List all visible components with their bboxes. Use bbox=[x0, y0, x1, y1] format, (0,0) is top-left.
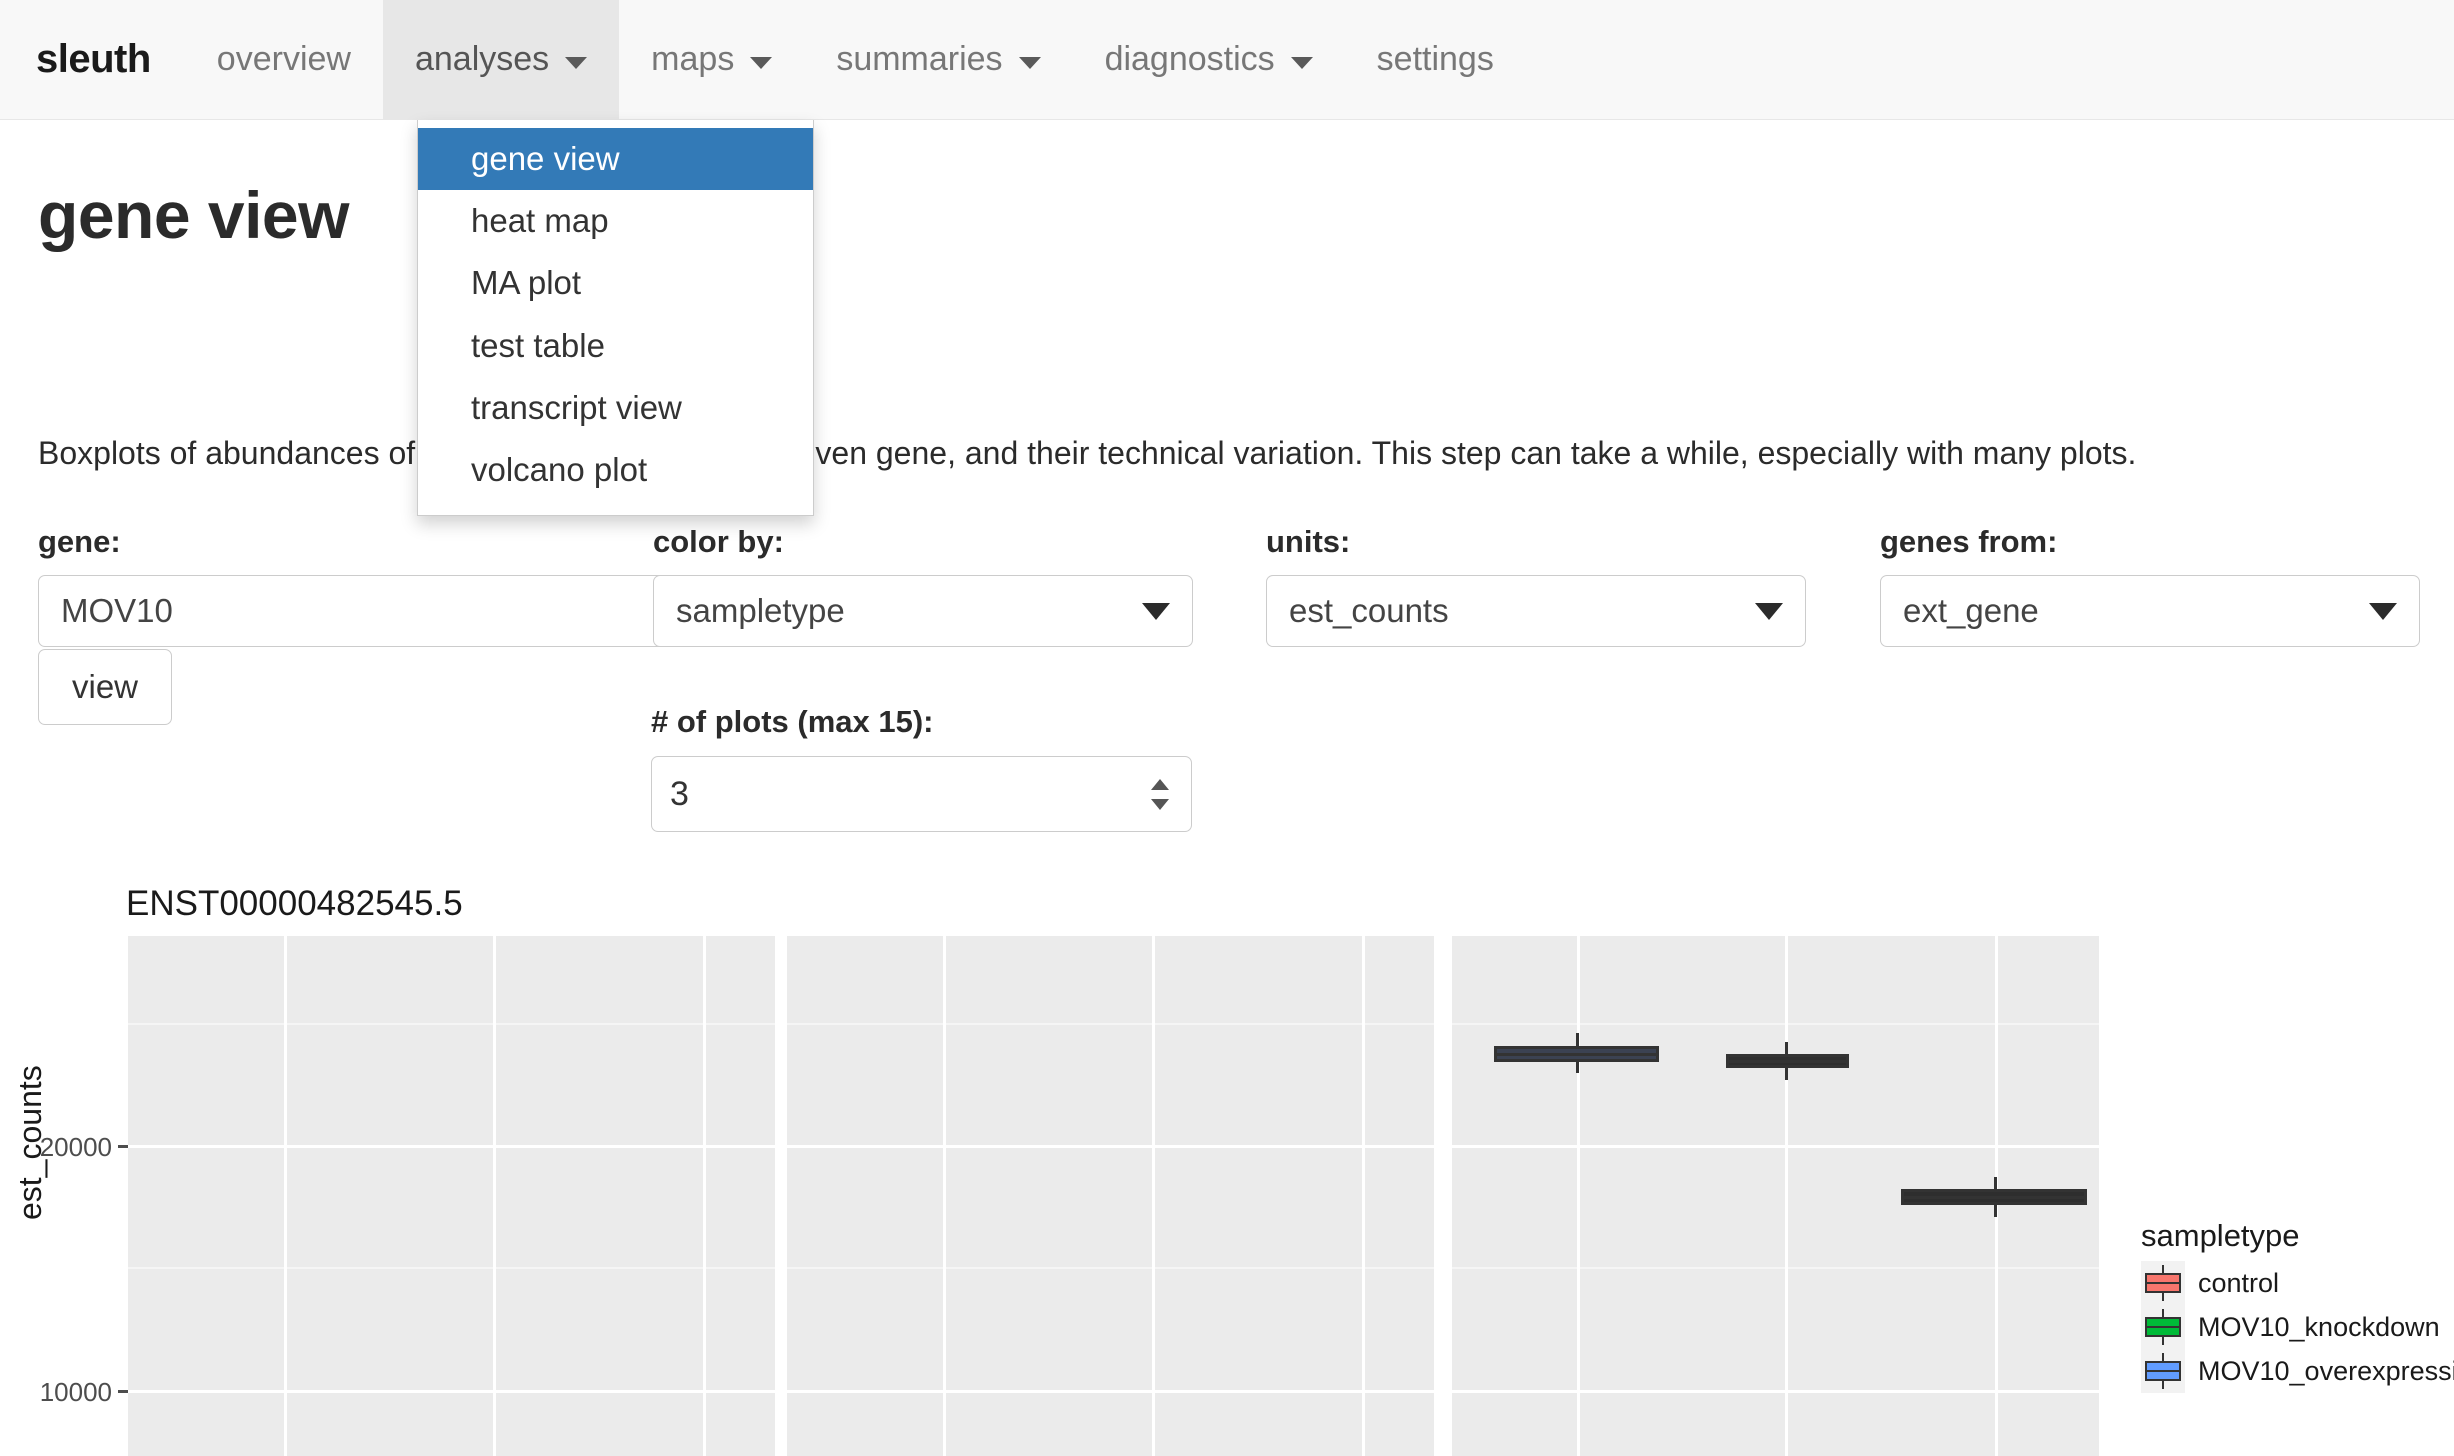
chevron-down-icon bbox=[1142, 602, 1170, 620]
dropdown-item-heat-map[interactable]: heat map bbox=[418, 190, 813, 252]
nav-item-label: summaries bbox=[836, 40, 1003, 78]
gene-view-plot: ENST00000482545.5 20000 10000 est_counts bbox=[0, 120, 2454, 1456]
num-plots-stepper[interactable]: 3 bbox=[651, 756, 1192, 832]
color-by-select[interactable]: sampletype bbox=[653, 575, 1193, 647]
chevron-down-icon bbox=[1018, 56, 1041, 69]
gene-field-label: gene: bbox=[38, 524, 121, 559]
facet-panel-1 bbox=[128, 936, 775, 1456]
gridline-major bbox=[128, 1145, 775, 1148]
gridline-major bbox=[128, 1390, 775, 1393]
genes-from-field-label: genes from: bbox=[1880, 524, 2058, 559]
units-field-label: units: bbox=[1266, 524, 1351, 559]
page-description: Boxplots of abundances of transcripts be… bbox=[38, 435, 2137, 471]
nav-item-analyses[interactable]: analyses bbox=[382, 0, 620, 119]
analyses-dropdown-menu: gene view heat map MA plot test table tr… bbox=[417, 120, 814, 517]
gridline-major bbox=[1452, 1390, 2099, 1393]
units-select-value: est_counts bbox=[1289, 592, 1449, 629]
nav-item-maps[interactable]: maps bbox=[619, 0, 804, 119]
chevron-down-icon bbox=[565, 56, 588, 69]
y-axis-title: est_counts bbox=[12, 1065, 48, 1220]
legend-entry-label: MOV10_overexpression bbox=[2198, 1355, 2454, 1386]
gridline-major bbox=[1452, 1145, 2099, 1148]
gridline-minor bbox=[1452, 1267, 2099, 1269]
nav-item-diagnostics[interactable]: diagnostics bbox=[1073, 0, 1345, 119]
gridline-major bbox=[703, 936, 706, 1456]
chevron-down-icon bbox=[1290, 56, 1313, 69]
page-title: gene view bbox=[38, 178, 349, 252]
gridline-major bbox=[1577, 936, 1580, 1456]
genes-from-select-value: ext_gene bbox=[1903, 592, 2039, 629]
legend-entry-knockdown: MOV10_knockdown bbox=[2141, 1305, 2454, 1349]
stepper-arrows-icon[interactable] bbox=[1151, 778, 1173, 810]
nav-item-label: overview bbox=[216, 40, 351, 78]
gridline-major bbox=[787, 1390, 1434, 1393]
gridline-major bbox=[1152, 936, 1155, 1456]
color-by-select-value: sampletype bbox=[676, 592, 845, 629]
gridline-major bbox=[943, 936, 946, 1456]
legend-key-icon bbox=[2141, 1261, 2185, 1305]
gridline-major bbox=[787, 1145, 1434, 1148]
legend-key-icon bbox=[2141, 1305, 2185, 1349]
nav-item-label: settings bbox=[1376, 40, 1494, 78]
legend-entry-label: control bbox=[2198, 1267, 2280, 1298]
units-select[interactable]: est_counts bbox=[1266, 575, 1806, 647]
nav-item-settings[interactable]: settings bbox=[1345, 0, 1526, 119]
box-median bbox=[1726, 1060, 1849, 1063]
legend-title: sampletype bbox=[2141, 1218, 2300, 1253]
nav-item-label: maps bbox=[651, 40, 735, 78]
nav-item-overview[interactable]: overview bbox=[185, 0, 383, 119]
gridline-major bbox=[493, 936, 496, 1456]
num-plots-value: 3 bbox=[670, 774, 689, 813]
box-median bbox=[1494, 1053, 1659, 1056]
gridline-minor bbox=[787, 1023, 1434, 1025]
brand-logo[interactable]: sleuth bbox=[0, 0, 185, 119]
num-plots-label: # of plots (max 15): bbox=[651, 704, 934, 739]
legend-key-icon bbox=[2141, 1349, 2185, 1393]
gridline-minor bbox=[1452, 1023, 2099, 1025]
gene-input[interactable]: MOV10 bbox=[38, 575, 760, 647]
facet-panel-3 bbox=[1452, 936, 2099, 1456]
gridline-major bbox=[284, 936, 287, 1456]
chevron-down-icon bbox=[750, 56, 773, 69]
gridline-major bbox=[1362, 936, 1365, 1456]
chevron-down-icon bbox=[2369, 602, 2397, 620]
nav-item-summaries[interactable]: summaries bbox=[804, 0, 1072, 119]
dropdown-item-transcript-view[interactable]: transcript view bbox=[418, 377, 813, 439]
legend-entry-label: MOV10_knockdown bbox=[2198, 1311, 2440, 1342]
gene-input-value: MOV10 bbox=[61, 592, 173, 629]
nav-item-label: analyses bbox=[414, 40, 550, 78]
view-button[interactable]: view bbox=[38, 649, 172, 725]
nav-item-label: diagnostics bbox=[1104, 40, 1275, 78]
chevron-down-icon bbox=[1755, 602, 1783, 620]
dropdown-item-test-table[interactable]: test table bbox=[418, 315, 813, 377]
gridline-minor bbox=[787, 1267, 1434, 1269]
color-by-field-label: color by: bbox=[653, 524, 784, 559]
top-navbar: sleuth overview analyses maps summaries … bbox=[0, 0, 2454, 120]
facet-panel-2 bbox=[787, 936, 1434, 1456]
gridline-minor bbox=[128, 1023, 775, 1025]
gridline-major bbox=[1785, 936, 1788, 1456]
gridline-minor bbox=[128, 1267, 775, 1269]
box-median bbox=[1901, 1196, 2087, 1199]
plot-facet-title: ENST00000482545.5 bbox=[126, 884, 463, 923]
legend-entry-control: control bbox=[2141, 1261, 2454, 1305]
plot-legend: sampletype control MOV10_knockdown MOV10… bbox=[2141, 1218, 2454, 1393]
legend-entry-overexpression: MOV10_overexpression bbox=[2141, 1349, 2454, 1393]
dropdown-item-gene-view[interactable]: gene view bbox=[418, 128, 813, 191]
view-button-label: view bbox=[71, 668, 139, 705]
y-axis-tick-label: 10000 bbox=[39, 1377, 112, 1407]
dropdown-item-ma-plot[interactable]: MA plot bbox=[418, 252, 813, 314]
genes-from-select[interactable]: ext_gene bbox=[1880, 575, 2420, 647]
dropdown-item-volcano-plot[interactable]: volcano plot bbox=[418, 439, 813, 501]
